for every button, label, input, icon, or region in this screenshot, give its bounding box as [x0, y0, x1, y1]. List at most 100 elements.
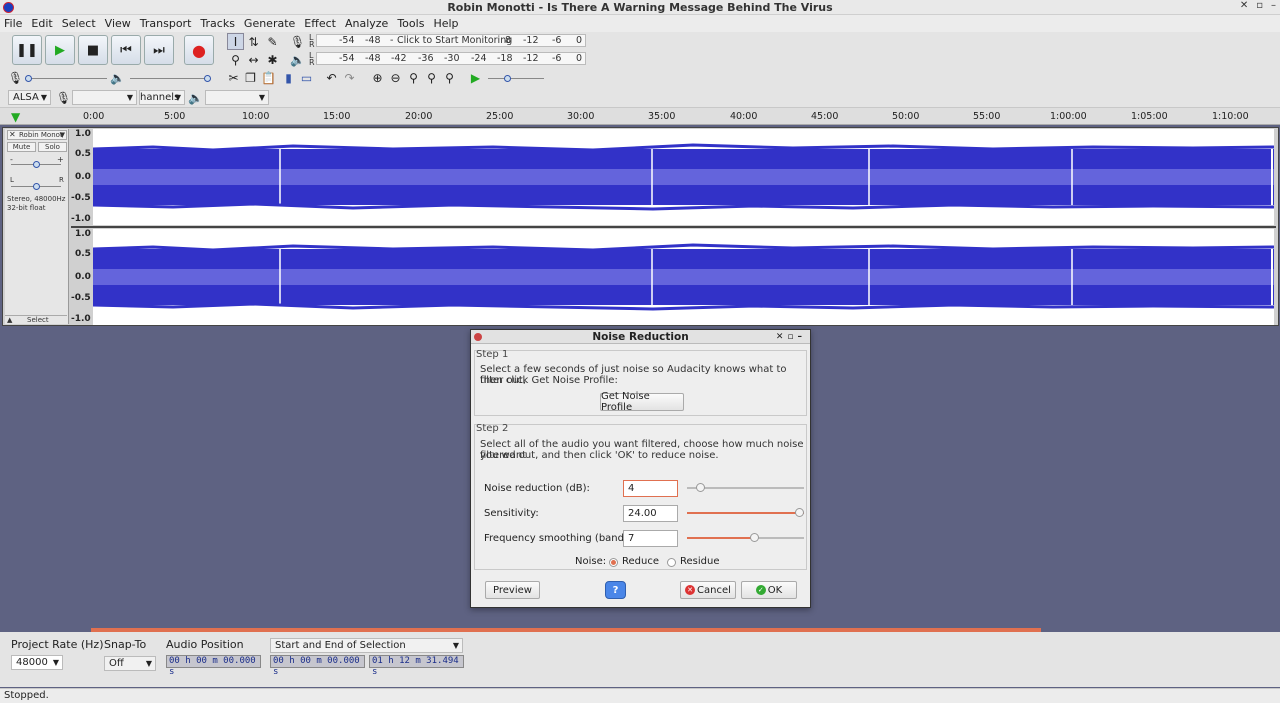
- zoom-in-button[interactable]: ⊕: [369, 69, 386, 86]
- pan-knob[interactable]: [33, 183, 40, 190]
- sensitivity-slider[interactable]: [687, 508, 804, 517]
- maximize-dialog-icon[interactable]: ▫: [787, 332, 797, 342]
- menu-edit[interactable]: Edit: [31, 17, 52, 30]
- selection-tool-button[interactable]: I: [227, 33, 244, 50]
- fit-project-button[interactable]: ⚲: [423, 69, 440, 86]
- collapse-track-icon[interactable]: ▲: [7, 316, 12, 324]
- select-track-button[interactable]: Select: [27, 316, 49, 324]
- maximize-window-icon[interactable]: ▫: [1256, 0, 1263, 11]
- record-button[interactable]: ●: [184, 35, 214, 65]
- play-speed-slider[interactable]: [488, 78, 544, 79]
- frequency-smoothing-input[interactable]: 7: [623, 530, 678, 547]
- project-rate-select[interactable]: 48000 ▼: [11, 655, 63, 670]
- meter-tick: 8: [505, 35, 512, 46]
- menu-tools[interactable]: Tools: [397, 17, 424, 30]
- record-volume-knob[interactable]: [25, 75, 32, 82]
- ok-button[interactable]: ✓ OK: [741, 581, 797, 599]
- menu-select[interactable]: Select: [62, 17, 96, 30]
- stop-button[interactable]: ■: [78, 35, 108, 65]
- frequency-smoothing-slider[interactable]: [687, 533, 804, 542]
- menu-view[interactable]: View: [105, 17, 131, 30]
- scale-label: 0.5: [75, 149, 91, 159]
- menu-file[interactable]: File: [4, 17, 22, 30]
- zoom-toggle-button[interactable]: ⚲: [441, 69, 458, 86]
- meter-tick: -6: [552, 53, 562, 64]
- residue-radio-label[interactable]: Residue: [680, 556, 719, 567]
- envelope-tool-button[interactable]: ⇅: [245, 33, 262, 50]
- play-at-speed-button[interactable]: ▶: [467, 69, 484, 86]
- playback-meter-button[interactable]: 🔈: [289, 51, 306, 68]
- close-track-icon[interactable]: ✕: [9, 130, 16, 139]
- sensitivity-input[interactable]: 24.00: [623, 505, 678, 522]
- selection-start-time[interactable]: 00 h 00 m 00.000 s: [270, 655, 365, 677]
- snap-to-select[interactable]: Off ▼: [104, 656, 156, 671]
- playback-device-select[interactable]: ▼: [205, 90, 269, 105]
- close-dialog-icon[interactable]: ✕: [776, 332, 788, 342]
- scale-label: -0.5: [71, 293, 91, 303]
- sensitivity-slider-thumb[interactable]: [795, 508, 804, 517]
- smoothing-slider-thumb[interactable]: [749, 533, 759, 542]
- residue-radio[interactable]: [667, 558, 676, 567]
- ok-label: OK: [767, 584, 783, 596]
- skip-to-end-button[interactable]: ⏭: [144, 35, 174, 65]
- snap-to-label: Snap-To: [104, 638, 147, 651]
- menu-analyze[interactable]: Analyze: [345, 17, 388, 30]
- solo-button[interactable]: Solo: [38, 142, 67, 152]
- help-button[interactable]: ?: [605, 581, 626, 599]
- multi-tool-button[interactable]: ✱: [264, 51, 281, 68]
- channel2-waveform[interactable]: [93, 229, 1274, 325]
- playback-meter[interactable]: -54 -48 -42 -36 -30 -24 -18 -12 -6 0: [316, 52, 586, 65]
- minimize-dialog-icon[interactable]: –: [798, 332, 807, 342]
- start-monitoring-label[interactable]: Click to Start Monitoring: [397, 35, 512, 46]
- noise-reduction-slider-thumb[interactable]: [695, 483, 705, 492]
- trim-button[interactable]: ▮: [280, 69, 297, 86]
- channel1-waveform[interactable]: [93, 129, 1274, 225]
- skip-to-start-button[interactable]: ⏮: [111, 35, 141, 65]
- zoom-out-button[interactable]: ⊖: [387, 69, 404, 86]
- reduce-radio[interactable]: [609, 558, 618, 567]
- noise-reduction-slider[interactable]: [687, 483, 804, 492]
- pause-button[interactable]: ❚❚: [12, 35, 42, 65]
- cancel-button[interactable]: ✕ Cancel: [680, 581, 736, 599]
- menu-generate[interactable]: Generate: [244, 17, 295, 30]
- fit-selection-button[interactable]: ⚲: [405, 69, 422, 86]
- noise-reduction-input[interactable]: 4: [623, 480, 678, 497]
- reduce-radio-label[interactable]: Reduce: [622, 556, 659, 567]
- play-speed-knob[interactable]: [504, 75, 511, 82]
- redo-button[interactable]: ↷: [341, 69, 358, 86]
- close-window-icon[interactable]: ✕: [1240, 0, 1248, 11]
- play-button[interactable]: ▶: [45, 35, 75, 65]
- preview-button[interactable]: Preview: [485, 581, 540, 599]
- paste-button[interactable]: 📋: [260, 69, 277, 86]
- draw-tool-button[interactable]: ✎: [264, 33, 281, 50]
- record-channels-select[interactable]: hannels ▼: [139, 90, 185, 105]
- selection-mode-select[interactable]: Start and End of Selection ▼: [270, 638, 463, 653]
- record-volume-slider[interactable]: [27, 78, 107, 79]
- zoom-tool-button[interactable]: ⚲: [227, 51, 244, 68]
- get-noise-profile-button[interactable]: Get Noise Profile: [600, 391, 684, 413]
- record-meter[interactable]: -54 -48 - Click to Start Monitoring 8 -1…: [316, 34, 586, 47]
- timeline-ruler[interactable]: ▼ 0:00 5:00 10:00 15:00 20:00 25:00 30:0…: [0, 108, 1280, 125]
- playback-volume-knob[interactable]: [204, 75, 211, 82]
- time-shift-tool-button[interactable]: ↔: [245, 51, 262, 68]
- selection-end-time[interactable]: 01 h 12 m 31.494 s: [369, 655, 464, 677]
- menu-tracks[interactable]: Tracks: [200, 17, 235, 30]
- silence-button[interactable]: ▭: [298, 69, 315, 86]
- record-device-select[interactable]: ▼: [72, 90, 137, 105]
- menu-transport[interactable]: Transport: [140, 17, 192, 30]
- copy-button[interactable]: ❐: [242, 69, 259, 86]
- undo-button[interactable]: ↶: [323, 69, 340, 86]
- record-meter-button[interactable]: 🎙: [289, 33, 306, 50]
- playback-volume-icon: 🔈: [109, 69, 126, 86]
- audio-host-select[interactable]: ALSA ▼: [8, 90, 51, 105]
- gain-knob[interactable]: [33, 161, 40, 168]
- menu-effect[interactable]: Effect: [304, 17, 336, 30]
- minimize-window-icon[interactable]: –: [1271, 0, 1276, 11]
- menu-help[interactable]: Help: [433, 17, 458, 30]
- track-menu-button[interactable]: ✕ Robin Monot ▼: [7, 130, 67, 140]
- audio-position-time[interactable]: 00 h 00 m 00.000 s: [166, 655, 261, 677]
- mute-button[interactable]: Mute: [7, 142, 36, 152]
- playback-volume-slider[interactable]: [130, 78, 210, 79]
- zoom-toggle-icon: ⚲: [445, 70, 454, 85]
- cut-button[interactable]: ✂: [225, 69, 242, 86]
